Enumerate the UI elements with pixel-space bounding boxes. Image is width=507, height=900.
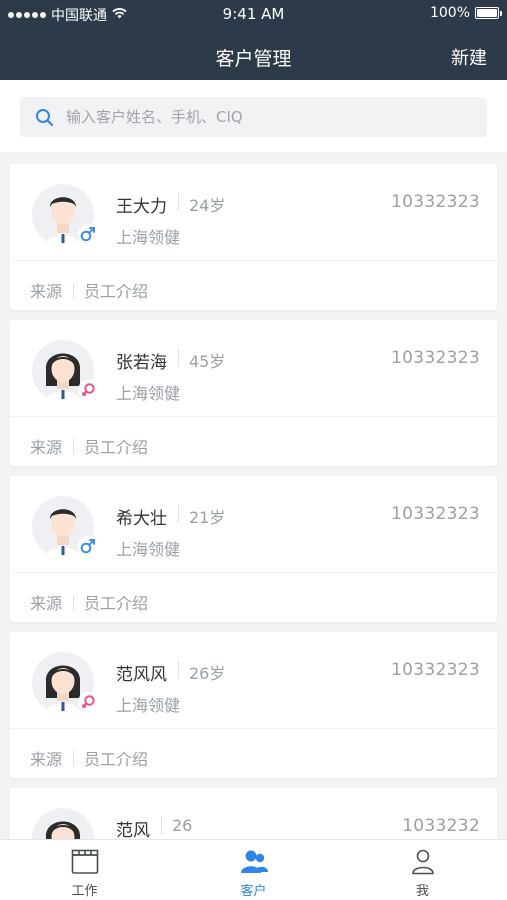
customer-id: 10332323 <box>391 660 480 680</box>
name-age-separator <box>178 661 179 678</box>
battery-icon <box>475 7 502 19</box>
tab-work-label: 工作 <box>71 884 98 899</box>
customer-name: 范风风 <box>116 665 167 685</box>
customer-company: 上海领健 <box>116 384 181 403</box>
customer-age: 26 <box>172 816 193 835</box>
customer-id: 10332323 <box>391 504 480 524</box>
card-divider <box>10 728 497 729</box>
source-value: 员工介绍 <box>84 594 149 613</box>
person-icon <box>408 848 438 876</box>
customer-list: 王大力 24岁 10332323 上海领健 来源 员工介绍 张若海 45岁 10332323 上海… <box>0 152 507 839</box>
customer-source-row: 来源 员工介绍 <box>30 590 148 614</box>
source-label: 来源 <box>30 750 63 769</box>
customer-name: 希大壮 <box>116 509 167 529</box>
tab-work[interactable]: 工作 <box>0 840 169 900</box>
customer-age: 21岁 <box>189 508 226 527</box>
source-value: 员工介绍 <box>84 750 149 769</box>
customer-age: 26岁 <box>189 664 226 683</box>
card-divider <box>10 572 497 573</box>
source-label: 来源 <box>30 594 63 613</box>
tab-me-label: 我 <box>415 884 429 899</box>
customer-id: 10332323 <box>391 348 480 368</box>
name-age-separator <box>161 817 162 834</box>
app-header: 中国联通 9:41 AM 100% 客户管理 新建 <box>0 0 507 80</box>
search-box[interactable] <box>20 97 487 137</box>
clapperboard-icon <box>70 848 100 876</box>
status-bar: 中国联通 9:41 AM 100% <box>0 0 507 28</box>
customer-age: 45岁 <box>189 352 226 371</box>
avatar <box>32 808 94 839</box>
customer-id: 10332323 <box>391 192 480 212</box>
tab-customers-label: 客户 <box>240 884 267 899</box>
card-divider <box>10 416 497 417</box>
source-separator <box>73 750 75 766</box>
male-icon <box>78 536 98 556</box>
customer-card[interactable]: 希大壮 21岁 10332323 上海领健来源 员工介绍 <box>10 476 497 622</box>
name-age-separator <box>178 349 179 366</box>
name-age-separator <box>178 505 179 522</box>
source-separator <box>73 594 75 610</box>
search-icon <box>34 107 54 127</box>
source-label: 来源 <box>30 438 63 457</box>
customer-name: 范风 <box>116 821 150 839</box>
customer-card[interactable]: 王大力 24岁 10332323 上海领健来源 员工介绍 <box>10 164 497 310</box>
customer-age: 24岁 <box>189 196 226 215</box>
page-title: 客户管理 <box>215 48 292 70</box>
customer-source-row: 来源 员工介绍 <box>30 278 148 302</box>
customer-source-row: 来源 员工介绍 <box>30 746 148 770</box>
new-customer-button[interactable]: 新建 <box>451 44 487 70</box>
female-icon <box>78 380 98 400</box>
users-icon <box>239 848 269 876</box>
source-value: 员工介绍 <box>84 282 149 301</box>
search-input[interactable] <box>66 108 446 126</box>
customer-name: 王大力 <box>116 197 167 217</box>
customer-id: 1033232 <box>402 816 480 836</box>
customer-card[interactable]: 范风 26 1033232 <box>10 788 497 839</box>
customer-company: 上海领健 <box>116 228 181 247</box>
customer-company: 上海领健 <box>116 696 181 715</box>
female-icon <box>78 692 98 712</box>
source-label: 来源 <box>30 282 63 301</box>
tab-customers[interactable]: 客户 <box>169 840 338 900</box>
source-separator <box>73 282 75 298</box>
source-separator <box>73 438 75 454</box>
tab-bar: 工作 客户 我 <box>0 839 507 900</box>
customer-company: 上海领健 <box>116 540 181 559</box>
male-icon <box>78 224 98 244</box>
customer-name: 张若海 <box>116 353 167 373</box>
customer-source-row: 来源 员工介绍 <box>30 434 148 458</box>
tab-me[interactable]: 我 <box>338 840 507 900</box>
customer-card[interactable]: 张若海 45岁 10332323 上海领健来源 员工介绍 <box>10 320 497 466</box>
source-value: 员工介绍 <box>84 438 149 457</box>
status-right: 100% <box>429 5 502 21</box>
name-age-separator <box>178 193 179 210</box>
customer-card[interactable]: 范风风 26岁 10332323 上海领健来源 员工介绍 <box>10 632 497 778</box>
battery-percent: 100% <box>429 5 470 21</box>
card-divider <box>10 260 497 261</box>
search-bar <box>0 80 507 152</box>
